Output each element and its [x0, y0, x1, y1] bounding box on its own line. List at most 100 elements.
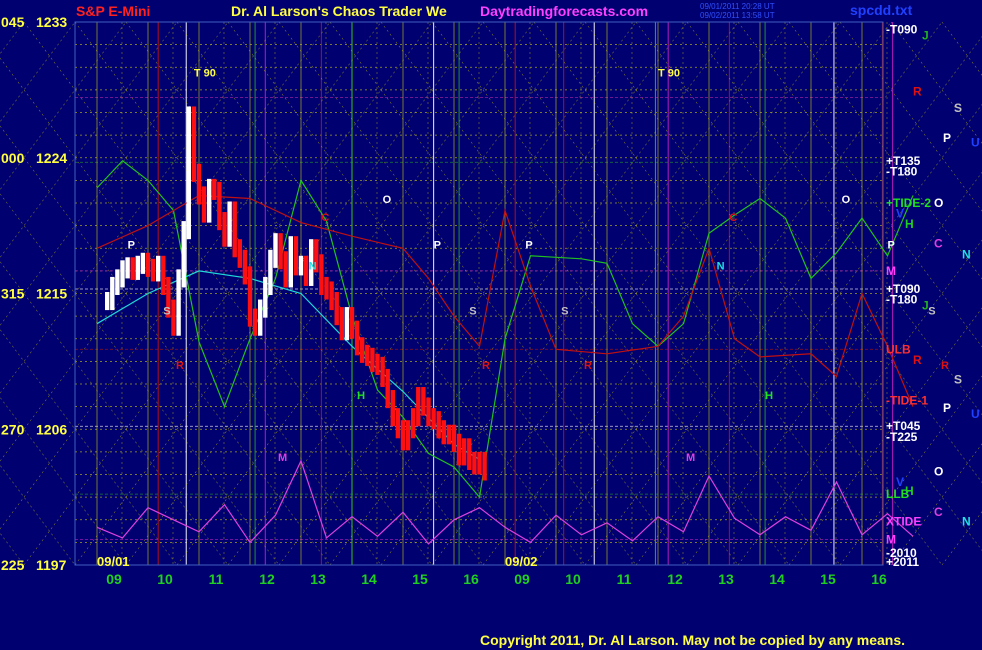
y-degree-label: 315 [1, 286, 25, 302]
chart-annotation: H [765, 390, 773, 402]
planet-glyph: J [922, 29, 929, 43]
price-bar [344, 307, 350, 341]
annotations: T 90 T 90 O O P P P P C C N N S S S S R R R R H H M M [128, 67, 949, 464]
price-bar [232, 201, 237, 258]
right-level-label: M [886, 264, 896, 278]
x-hour-tick: 14 [769, 571, 785, 587]
y-price-label: 1206 [36, 421, 67, 437]
y-degree-label: 000 [1, 150, 25, 166]
chart-annotation: S [561, 306, 568, 318]
price-bar [416, 387, 421, 427]
chart-annotation: H [357, 390, 365, 402]
price-bar [349, 307, 355, 339]
price-bar [421, 387, 426, 416]
price-bar [130, 257, 135, 280]
right-level-label: -T225 [886, 430, 918, 444]
price-bar [283, 251, 288, 288]
right-level-label: ULB [886, 342, 911, 356]
chart-annotation: O [383, 194, 392, 206]
price-bar [161, 255, 166, 296]
price-bar [467, 438, 472, 470]
price-bar [191, 106, 197, 182]
chart-annotation: T 90 [658, 67, 680, 79]
price-bar [319, 254, 324, 296]
planet-glyph: S [954, 372, 962, 386]
x-hour-tick: 12 [667, 571, 683, 587]
chart-annotation: M [278, 452, 287, 464]
planet-glyph: S [954, 101, 962, 115]
right-level-label: XTIDE [886, 514, 921, 528]
right-level-label: -T090 [886, 23, 918, 37]
price-bar [298, 255, 304, 276]
x-hour-tick: 14 [361, 571, 377, 587]
price-bar [380, 356, 385, 388]
planet-glyph: R [913, 353, 922, 367]
chart-title-center: Dr. Al Larson's Chaos Trader We [231, 3, 447, 19]
chart-annotation: S [928, 306, 935, 318]
x-hour-tick: 16 [871, 571, 887, 587]
chart-annotation: C [729, 212, 737, 224]
price-bar [217, 181, 222, 231]
price-bar [263, 276, 268, 318]
right-level-label: +2011 [886, 555, 919, 569]
price-bar [181, 221, 186, 288]
price-bar [212, 178, 217, 200]
chart-title-left: S&P E-Mini [76, 3, 150, 19]
chart-annotation: P [128, 239, 135, 251]
price-bar [293, 236, 299, 276]
price-bar [375, 353, 380, 375]
planet-glyph: U [971, 407, 980, 421]
planet-glyph: C [934, 505, 943, 519]
price-bar [242, 249, 248, 285]
right-level-label: +TIDE-2 [886, 196, 931, 210]
timestamp-1: 09/01/2011 20:28 UT [700, 2, 775, 11]
price-bar [222, 212, 227, 247]
chart-annotation: S [469, 306, 476, 318]
y-price-label: 1215 [36, 286, 67, 302]
x-date-label: 09/02 [505, 554, 538, 569]
chart-annotation: N [717, 260, 725, 272]
price-bar [171, 299, 176, 336]
chart-annotation: R [584, 360, 592, 372]
price-bar [354, 320, 360, 356]
price-bar [482, 451, 487, 481]
planet-glyph: R [913, 84, 922, 98]
price-bar [360, 337, 365, 363]
planet-glyph: V [896, 207, 904, 221]
x-hour-tick: 13 [310, 571, 326, 587]
y-degree-label: 225 [1, 557, 25, 573]
x-hour-tick: 11 [617, 571, 632, 587]
x-hour-tick: 12 [259, 571, 275, 587]
x-hour-tick: 15 [820, 571, 836, 587]
series-line [96, 270, 480, 460]
x-hour-tick: 13 [718, 571, 734, 587]
price-bar [110, 276, 115, 311]
chart-annotation: R [482, 360, 490, 372]
chart-annotation: P [525, 239, 532, 251]
price-bar [105, 291, 110, 311]
price-bar [477, 451, 482, 475]
price-bar [135, 255, 140, 280]
price-bar [186, 106, 191, 240]
chart-annotation: P [888, 239, 895, 251]
chart-annotation: R [941, 360, 949, 372]
planet-glyph: U [971, 136, 980, 150]
price-bar [426, 397, 431, 427]
chart-annotation: R [176, 360, 184, 372]
price-bar [278, 233, 283, 270]
right-level-label: -TIDE-1 [886, 394, 928, 408]
planet-glyph: V [896, 475, 904, 489]
diagonal-line [635, 104, 982, 566]
chart-annotation: O [842, 194, 851, 206]
chart-annotation: C [321, 212, 329, 224]
price-bar [462, 438, 467, 466]
price-bar [329, 281, 334, 311]
x-hour-tick: 10 [565, 571, 581, 587]
y-degree-label: 270 [1, 421, 25, 437]
x-hour-tick: 09 [514, 571, 530, 587]
price-bar [441, 420, 446, 445]
chart-annotation: T 90 [194, 67, 216, 79]
chart-annotation: S [163, 306, 170, 318]
price-bar [247, 266, 253, 327]
price-bar [227, 201, 232, 247]
